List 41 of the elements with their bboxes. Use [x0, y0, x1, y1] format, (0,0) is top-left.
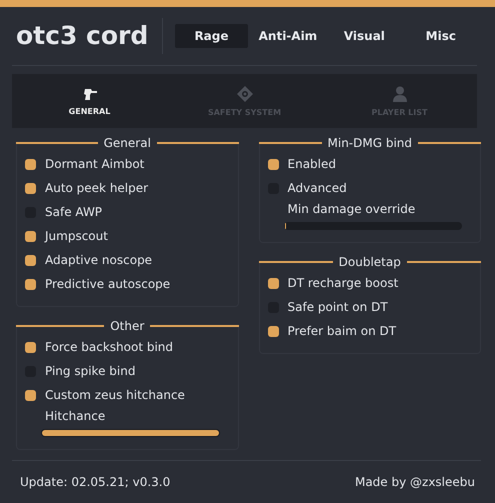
- option-label: Safe AWP: [45, 205, 102, 219]
- option-label: Adaptive noscope: [45, 253, 152, 267]
- tab[interactable]: Anti-Aim: [252, 24, 324, 48]
- checkbox[interactable]: [25, 278, 36, 290]
- option-label: Dormant Aimbot: [45, 157, 144, 171]
- update-text: Update: 02.05.21; v0.3.0: [20, 475, 170, 489]
- group-title: General: [104, 136, 151, 150]
- tab[interactable]: Misc: [404, 24, 478, 48]
- option-label: Auto peek helper: [45, 181, 148, 195]
- group-title: Other: [110, 319, 144, 333]
- option-label: Force backshoot bind: [45, 340, 174, 354]
- checkbox[interactable]: [25, 230, 36, 242]
- group-title: Min-DMG bind: [328, 136, 412, 150]
- checkbox[interactable]: [268, 158, 278, 170]
- tab[interactable]: Visual: [328, 24, 401, 48]
- subtab[interactable]: GENERAL: [12, 74, 167, 128]
- app-title: otc3 cord: [12, 18, 164, 54]
- slider-label: Hitchance: [44, 408, 106, 425]
- user-icon: [392, 86, 406, 102]
- checkbox[interactable]: [25, 182, 36, 194]
- option-label: Jumpscout: [45, 229, 108, 243]
- checkbox[interactable]: [268, 278, 278, 288]
- checkbox[interactable]: [25, 342, 36, 352]
- target-icon: [236, 86, 252, 102]
- option-label: Safe point on DT: [288, 300, 388, 314]
- slider-label: Min damage override: [286, 201, 416, 218]
- group-title: Doubletap: [338, 255, 401, 269]
- option-label: Predictive autoscope: [45, 277, 170, 291]
- checkbox[interactable]: [25, 158, 36, 170]
- option-label: Ping spike bind: [45, 364, 136, 378]
- option-label: Advanced: [288, 181, 347, 195]
- slider-track[interactable]: [284, 222, 462, 230]
- option-label: Custom zeus hitchance: [45, 388, 185, 402]
- checkbox[interactable]: [268, 326, 278, 336]
- checkbox[interactable]: [25, 390, 36, 400]
- option-label: Prefer baim on DT: [288, 324, 396, 338]
- credit-text: Made by @zxsleebu: [354, 475, 475, 489]
- option-label: DT recharge boost: [288, 276, 398, 290]
- tab[interactable]: Rage: [175, 24, 248, 48]
- option-label: Enabled: [288, 157, 336, 171]
- checkbox[interactable]: [25, 254, 36, 266]
